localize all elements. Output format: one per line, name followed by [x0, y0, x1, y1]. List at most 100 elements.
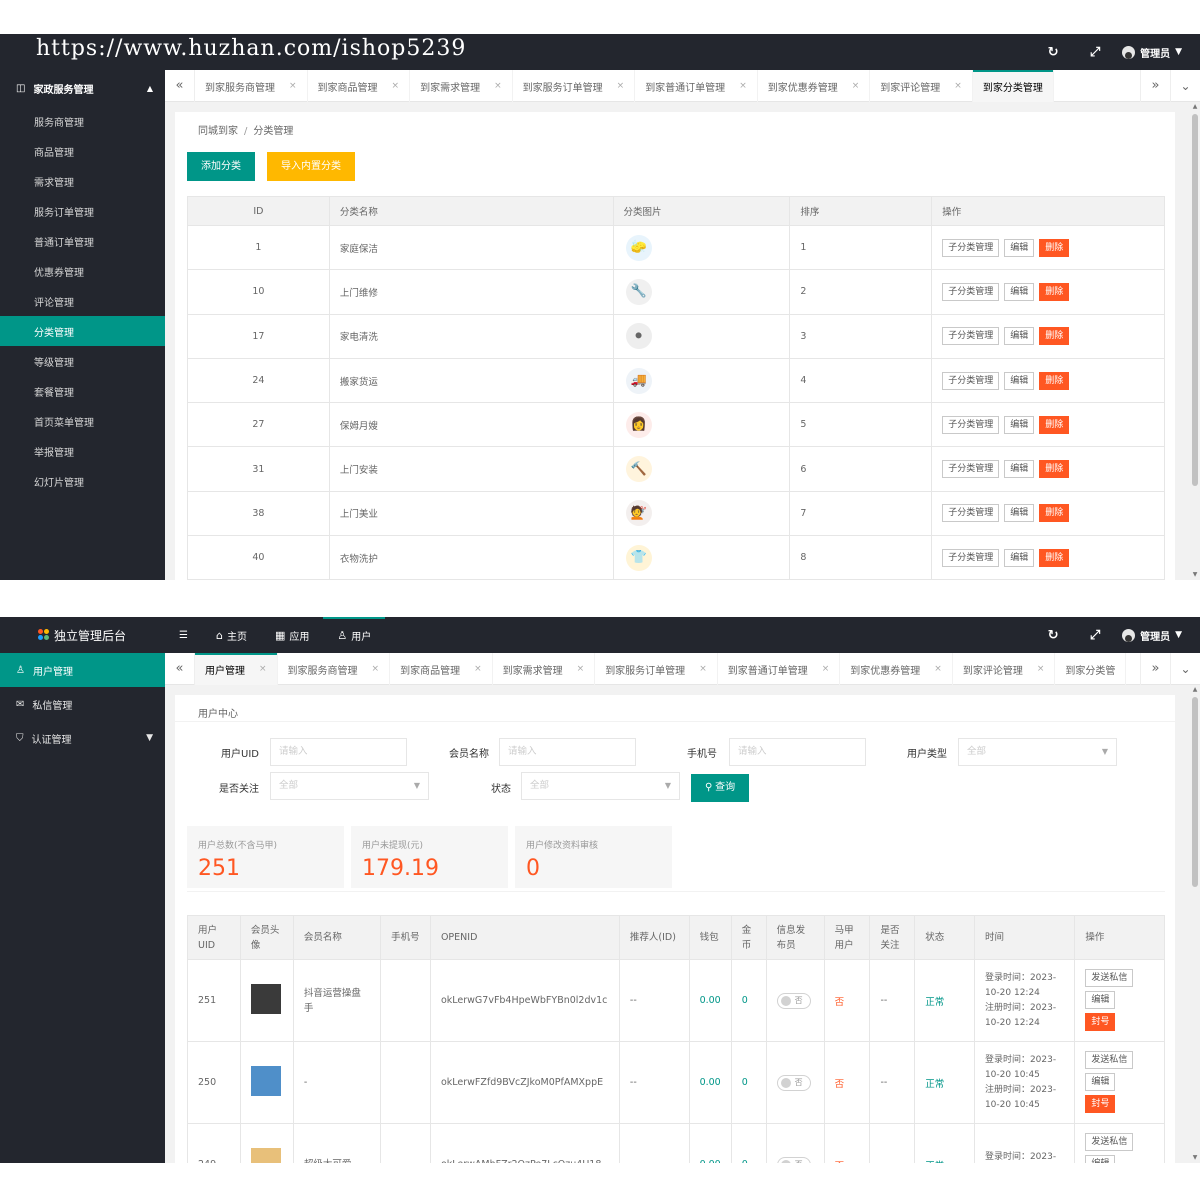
tab-next-icon[interactable]: » [1140, 653, 1170, 685]
uid-input[interactable]: 请输入 [270, 738, 407, 766]
edit-button[interactable]: 编辑 [1085, 1073, 1116, 1091]
sidebar-item[interactable]: 商品管理 [0, 136, 165, 166]
edit-button[interactable]: 编辑 [1085, 1155, 1116, 1163]
sidebar-item[interactable]: 首页菜单管理 [0, 406, 165, 436]
delete-button[interactable]: 删除 [1039, 238, 1070, 257]
tab[interactable]: 到家普通订单管理 × [718, 653, 841, 685]
sidebar-item[interactable]: 优惠券管理 [0, 256, 165, 286]
sidebar-item[interactable]: 服务订单管理 [0, 196, 165, 226]
tab-close-icon[interactable]: × [372, 664, 380, 674]
delete-button[interactable]: 删除 [1039, 327, 1070, 346]
sidebar-item[interactable]: ✉ 私信管理 [0, 687, 165, 721]
sidebar-item[interactable]: ⛉ 认证管理 ▼ [0, 721, 165, 755]
edit-button[interactable]: 编辑 [1085, 991, 1116, 1009]
sidebar-item[interactable]: 举报管理 [0, 436, 165, 466]
tab[interactable]: 用户管理 × [195, 653, 278, 685]
sidebar-item[interactable]: 分类管理 [0, 316, 165, 346]
tab-close-icon[interactable]: × [259, 664, 267, 674]
top-nav-user[interactable]: ♙ 用户 [323, 617, 386, 653]
edit-button[interactable]: 编辑 [1004, 504, 1035, 523]
delete-button[interactable]: 删除 [1039, 504, 1070, 523]
sub-category-button[interactable]: 子分类管理 [942, 371, 1000, 390]
fullscreen-icon[interactable]: ⤢ [1074, 45, 1116, 60]
tab[interactable]: 到家商品管理 × [308, 70, 411, 102]
refresh-icon[interactable]: ↻ [1032, 45, 1074, 60]
tab[interactable]: 到家优惠券管理 × [840, 653, 953, 685]
delete-button[interactable]: 删除 [1039, 415, 1070, 434]
scrollbar-thumb[interactable] [1192, 697, 1198, 887]
user-type-select[interactable]: 全部 ▼ [958, 738, 1117, 766]
tab-close-icon[interactable]: × [822, 664, 830, 674]
tab[interactable]: 到家评论管理 × [953, 653, 1056, 685]
edit-button[interactable]: 编辑 [1004, 415, 1035, 434]
tab[interactable]: 到家商品管理 × [390, 653, 493, 685]
publisher-toggle[interactable]: 否 [776, 992, 811, 1009]
tab[interactable]: 到家普通订单管理 × [635, 70, 758, 102]
delete-button[interactable]: 删除 [1039, 371, 1070, 390]
send-message-button[interactable]: 发送私信 [1085, 1051, 1134, 1069]
phone-input[interactable]: 请输入 [729, 738, 866, 766]
scrollbar-thumb[interactable] [1192, 114, 1198, 486]
tab-close-icon[interactable]: × [739, 81, 747, 91]
sidebar-item[interactable]: 需求管理 [0, 166, 165, 196]
query-button[interactable]: ⚲ 查询 [691, 774, 750, 802]
tab-close-icon[interactable]: × [289, 81, 297, 91]
refresh-icon[interactable]: ↻ [1032, 628, 1074, 643]
sidebar-item[interactable]: 幻灯片管理 [0, 466, 165, 496]
member-name-input[interactable]: 请输入 [499, 738, 636, 766]
tab[interactable]: 到家需求管理 × [410, 70, 513, 102]
tab-close-icon[interactable]: × [699, 664, 707, 674]
publisher-toggle[interactable]: 否 [776, 1074, 811, 1091]
send-message-button[interactable]: 发送私信 [1085, 969, 1134, 987]
sub-category-button[interactable]: 子分类管理 [942, 238, 1000, 257]
edit-button[interactable]: 编辑 [1004, 282, 1035, 301]
tab[interactable]: 到家服务订单管理 × [595, 653, 718, 685]
status-select[interactable]: 全部 ▼ [521, 772, 680, 800]
sidebar-item[interactable]: 评论管理 [0, 286, 165, 316]
tab-close-icon[interactable]: × [934, 664, 942, 674]
breadcrumb-root[interactable]: 同城到家 [198, 126, 238, 137]
sidebar-item[interactable]: 服务商管理 [0, 106, 165, 136]
page-scrollbar[interactable]: ▲ ▼ [1190, 102, 1200, 580]
delete-button[interactable]: 删除 [1039, 460, 1070, 479]
import-builtin-category-button[interactable]: 导入内置分类 [267, 152, 355, 181]
admin-menu[interactable]: 管理员 ▼ [1116, 628, 1200, 643]
edit-button[interactable]: 编辑 [1004, 460, 1035, 479]
sub-category-button[interactable]: 子分类管理 [942, 282, 1000, 301]
tab[interactable]: 到家优惠券管理 × [758, 70, 871, 102]
sidebar-group-home-service[interactable]: ◫ 家政服务管理 ▲ [0, 70, 165, 106]
sidebar-toggle-icon[interactable]: ☰ [165, 617, 202, 653]
tab-close-icon[interactable]: × [577, 664, 585, 674]
top-nav-home[interactable]: ⌂ 主页 [202, 617, 261, 653]
page-scrollbar[interactable]: ▲ ▼ [1190, 685, 1200, 1163]
tab-close-icon[interactable]: × [1037, 664, 1045, 674]
tab[interactable]: 到家评论管理 × [870, 70, 973, 102]
scroll-down-icon[interactable]: ▼ [1190, 1153, 1200, 1163]
tab-close-icon[interactable]: × [617, 81, 625, 91]
sub-category-button[interactable]: 子分类管理 [942, 327, 1000, 346]
tab-menu-icon[interactable]: ⌄ [1170, 70, 1200, 102]
sidebar-item[interactable]: 普通订单管理 [0, 226, 165, 256]
sidebar-item[interactable]: 等级管理 [0, 346, 165, 376]
ban-button[interactable]: 封号 [1085, 1095, 1116, 1113]
edit-button[interactable]: 编辑 [1004, 327, 1035, 346]
tab-close-icon[interactable]: × [392, 81, 400, 91]
delete-button[interactable]: 删除 [1039, 282, 1070, 301]
fullscreen-icon[interactable]: ⤢ [1074, 628, 1116, 643]
tab-close-icon[interactable]: × [474, 664, 482, 674]
scroll-up-icon[interactable]: ▲ [1190, 102, 1200, 112]
sidebar-item[interactable]: 套餐管理 [0, 376, 165, 406]
edit-button[interactable]: 编辑 [1004, 548, 1035, 567]
tab[interactable]: 到家服务订单管理 × [513, 70, 636, 102]
tab-prev-icon[interactable]: « [165, 70, 195, 102]
edit-button[interactable]: 编辑 [1004, 238, 1035, 257]
add-category-button[interactable]: 添加分类 [187, 152, 255, 181]
tab-close-icon[interactable]: × [852, 81, 860, 91]
sub-category-button[interactable]: 子分类管理 [942, 504, 1000, 523]
tab-prev-icon[interactable]: « [165, 653, 195, 685]
top-nav-apps[interactable]: ▦ 应用 [261, 617, 323, 653]
send-message-button[interactable]: 发送私信 [1085, 1133, 1134, 1151]
tab[interactable]: 到家服务商管理 × [278, 653, 391, 685]
tab-next-icon[interactable]: » [1140, 70, 1170, 102]
tab[interactable]: 到家分类管理 [972, 70, 1054, 102]
